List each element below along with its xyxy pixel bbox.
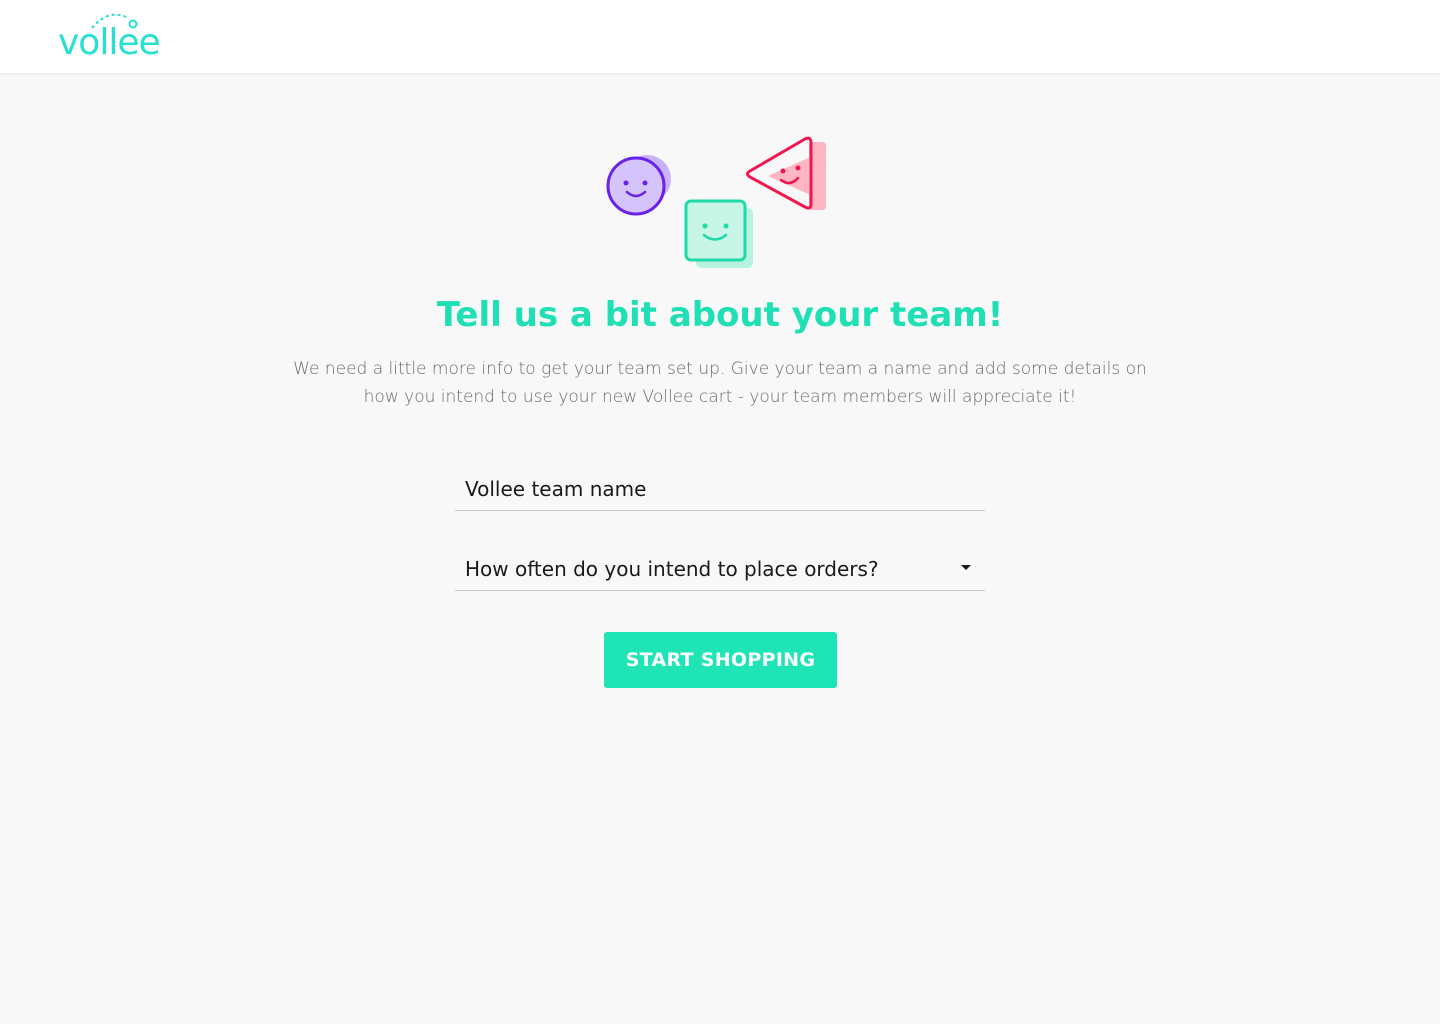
smiley-triangle-icon — [746, 136, 826, 210]
logo-text: vollee — [58, 22, 161, 63]
smiley-square-icon — [684, 199, 753, 268]
top-bar: vollee — [0, 0, 1440, 74]
team-name-field[interactable]: Vollee team name — [455, 469, 985, 511]
order-frequency-placeholder: How often do you intend to place orders? — [465, 557, 879, 581]
order-frequency-select[interactable]: How often do you intend to place orders? — [455, 549, 985, 591]
team-name-placeholder: Vollee team name — [465, 477, 647, 501]
vollee-logo[interactable]: vollee — [58, 10, 170, 62]
start-shopping-button[interactable]: START SHOPPING — [604, 632, 837, 688]
smiley-circle-icon — [606, 155, 671, 216]
page-title: Tell us a bit about your team! — [436, 295, 1004, 335]
dropdown-caret-icon[interactable] — [961, 565, 971, 570]
page-subtitle: We need a little more info to get your t… — [293, 359, 1147, 407]
team-illustration — [606, 136, 826, 268]
